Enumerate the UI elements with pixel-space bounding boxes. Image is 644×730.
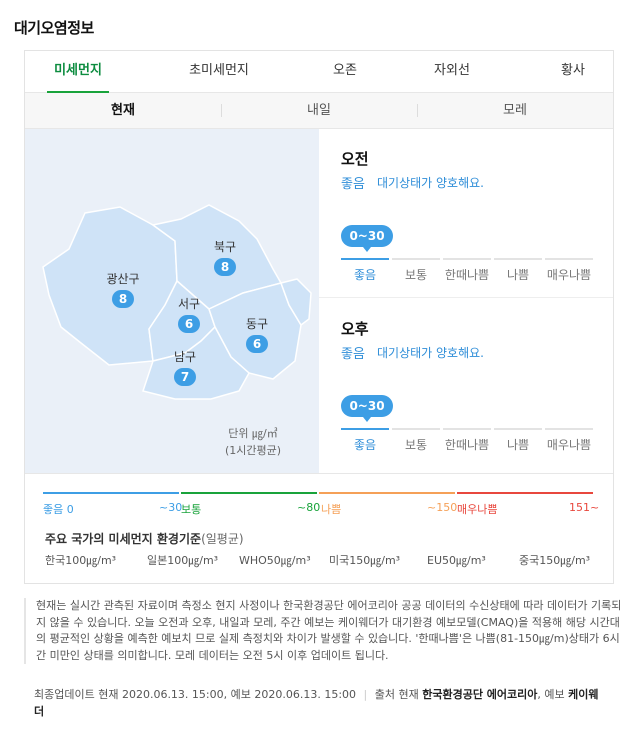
standard-korea: 한국100㎍/m³ — [45, 554, 117, 567]
tab-uv[interactable]: 자외선 — [427, 51, 477, 93]
scale-normal: 보통 — [392, 428, 440, 458]
standard-who: WHO50㎍/m³ — [239, 554, 311, 567]
district-label-dong[interactable]: 동구 6 — [239, 316, 275, 353]
tab-pm10[interactable]: 미세먼지 — [47, 51, 109, 93]
scale-bad: 나쁨 — [494, 428, 542, 458]
legend-label-bad-end: ~150 — [427, 501, 458, 514]
legend-label-good-end: ~30 — [159, 501, 183, 514]
scale-temp-bad: 한때나쁨 — [443, 428, 491, 458]
source-airkorea-link[interactable]: 한국환경공단 에어코리아 — [422, 688, 537, 701]
standard-eu: EU50㎍/m³ — [427, 554, 486, 567]
scale-good: 좋음 — [341, 428, 389, 458]
data-disclaimer: 현재는 실시간 관측된 자료이며 측정소 현지 사정이나 한국환경공단 에어코리… — [24, 598, 622, 664]
forecast-divider — [319, 297, 613, 298]
forecast-morning: 오전 좋음 대기상태가 양호해요. 0~30 좋음 보통 한때나쁨 나쁨 매우나… — [319, 129, 613, 299]
forecast-time: 오전 — [341, 150, 369, 168]
forecast-description: 대기상태가 양호해요. — [377, 176, 484, 190]
map-unit-note: 단위 ㎍/㎥ (1시간평균) — [225, 425, 281, 459]
district-name: 광산구 — [106, 272, 140, 286]
scale-temp-bad: 한때나쁨 — [443, 258, 491, 288]
standard-japan: 일본100㎍/m³ — [147, 554, 219, 567]
legend-bar-very-bad — [457, 492, 593, 494]
legend-bar-normal — [181, 492, 317, 494]
legend-label-normal-end: ~80 — [297, 501, 321, 514]
forecast-status: 좋음 — [341, 347, 365, 362]
tab-yellow-dust[interactable]: 황사 — [553, 51, 593, 93]
forecast-range-bubble: 0~30 — [341, 225, 393, 252]
district-name: 남구 — [173, 350, 197, 364]
forecast-scale: 좋음 보통 한때나쁨 나쁨 매우나쁨 — [341, 428, 593, 458]
source-mid: , 예보 — [537, 688, 565, 701]
page-title: 대기오염정보 — [14, 19, 94, 37]
district-label-buk[interactable]: 북구 8 — [207, 239, 243, 276]
legend-label-very-bad: 매우나쁨 — [457, 503, 498, 516]
forecast-afternoon: 오후 좋음 대기상태가 양호해요. 0~30 좋음 보통 한때나쁨 나쁨 매우나… — [319, 299, 613, 469]
scale-normal: 보통 — [392, 258, 440, 288]
forecast-area: 오전 좋음 대기상태가 양호해요. 0~30 좋음 보통 한때나쁨 나쁨 매우나… — [319, 129, 613, 473]
standard-china: 중국150㎍/m³ — [519, 554, 591, 567]
update-info: 최종업데이트 현재 2020.06.13. 15:00, 예보 2020.06.… — [34, 686, 602, 720]
scale-bad: 나쁨 — [494, 258, 542, 288]
forecast-scale: 좋음 보통 한때나쁨 나쁨 매우나쁨 — [341, 258, 593, 288]
scale-very-bad: 매우나쁨 — [545, 428, 593, 458]
scale-good: 좋음 — [341, 258, 389, 288]
update-time: 최종업데이트 현재 2020.06.13. 15:00, 예보 2020.06.… — [34, 688, 357, 701]
district-value-badge: 7 — [174, 368, 196, 386]
district-value-badge: 6 — [178, 315, 200, 333]
pollutant-tabs: 미세먼지 초미세먼지 오존 자외선 황사 — [25, 51, 613, 93]
forecast-time: 오후 — [341, 320, 369, 338]
day-tabs: 현재 내일 모레 — [25, 93, 613, 129]
standards-title: 주요 국가의 미세먼지 환경기준(일평균) — [45, 530, 244, 547]
unit-label: 단위 ㎍/㎥ — [228, 427, 278, 440]
district-label-gwangsan[interactable]: 광산구 8 — [95, 271, 151, 308]
source-prefix: 출처 현재 — [374, 688, 419, 701]
legend-label-very-bad-end: 151~ — [569, 501, 600, 514]
district-value-badge: 6 — [246, 335, 268, 353]
unit-average-label: (1시간평균) — [225, 444, 282, 457]
update-separator: | — [363, 688, 368, 701]
subtab-now[interactable]: 현재 — [25, 93, 221, 129]
legend-label-normal: 보통 — [181, 503, 202, 516]
forecast-range-bubble: 0~30 — [341, 395, 393, 422]
subtab-day-after[interactable]: 모레 — [417, 93, 613, 129]
district-label-nam[interactable]: 남구 7 — [167, 349, 203, 386]
forecast-status: 좋음 — [341, 177, 365, 192]
subtab-tomorrow[interactable]: 내일 — [221, 93, 417, 129]
district-map: 광산구 8 북구 8 서구 6 동구 6 남구 7 단위 ㎍/㎥ (1시간평균) — [25, 129, 319, 473]
air-quality-panel: 미세먼지 초미세먼지 오존 자외선 황사 현재 내일 모레 광산구 8 북구 8… — [24, 50, 614, 584]
district-label-seo[interactable]: 서구 6 — [171, 296, 207, 333]
district-name: 북구 — [213, 240, 237, 254]
tab-pm25[interactable]: 초미세먼지 — [179, 51, 259, 93]
standard-usa: 미국150㎍/m³ — [329, 554, 401, 567]
tab-ozone[interactable]: 오존 — [325, 51, 365, 93]
legend-label-good-start: 좋음 0 — [43, 503, 74, 516]
standards-subtitle: (일평균) — [201, 532, 244, 546]
legend-bar-good — [43, 492, 179, 494]
district-name: 동구 — [245, 317, 269, 331]
legend-bar-bad — [319, 492, 455, 494]
standards-title-text: 주요 국가의 미세먼지 환경기준 — [45, 532, 202, 546]
scale-very-bad: 매우나쁨 — [545, 258, 593, 288]
district-value-badge: 8 — [214, 258, 236, 276]
legend-label-bad: 나쁨 — [321, 503, 342, 516]
pollution-legend: 좋음 0 ~30 보통 ~80 나쁨 ~150 매우나쁨 151~ 주요 국가의… — [25, 473, 613, 585]
forecast-description: 대기상태가 양호해요. — [377, 346, 484, 360]
district-name: 서구 — [177, 297, 201, 311]
district-value-badge: 8 — [112, 290, 134, 308]
